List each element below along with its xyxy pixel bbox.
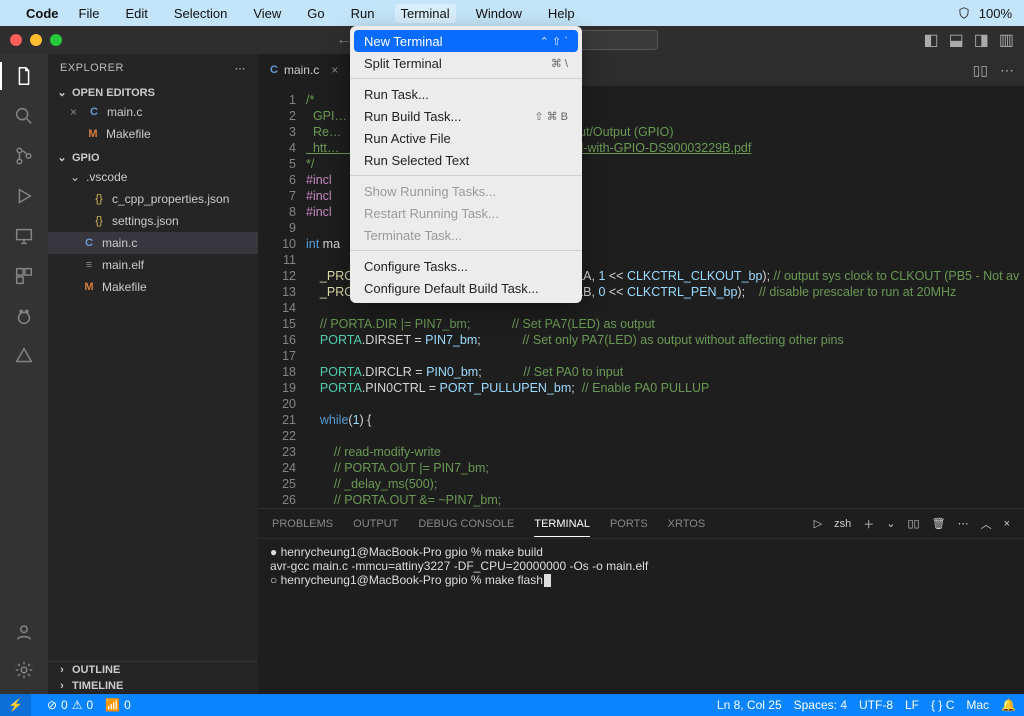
menu-item[interactable]: Configure Default Build Task... <box>350 277 582 299</box>
c-file-icon: C <box>270 64 278 76</box>
panel-tab-terminal[interactable]: TERMINAL <box>534 518 590 537</box>
open-editor-item[interactable]: MMakefile <box>48 123 258 145</box>
layout-sidebar-left-icon[interactable]: ◧ <box>924 30 939 50</box>
outline-header[interactable]: ›OUTLINE <box>48 661 258 678</box>
menubar-item-edit[interactable]: Edit <box>119 4 153 23</box>
cmake-icon[interactable] <box>12 344 36 368</box>
gear-icon[interactable] <box>12 658 36 682</box>
shield-icon[interactable] <box>957 6 971 20</box>
more-icon[interactable]: ⋯ <box>235 62 247 75</box>
problems-status[interactable]: ⊘ 0 ⚠ 0 <box>47 698 93 712</box>
menu-item: Restart Running Task... <box>350 202 582 224</box>
activity-bar <box>0 54 48 694</box>
sidebar-explorer: EXPLORER⋯ ⌄OPEN EDITORS ×Cmain.cMMakefil… <box>48 54 258 694</box>
timeline-header[interactable]: ›TIMELINE <box>48 678 258 694</box>
more-icon[interactable]: ⋯ <box>958 517 969 530</box>
split-terminal-icon[interactable]: ▯▯ <box>907 517 919 530</box>
line-gutter: 1234567891011121314151617181920212223242… <box>258 86 306 508</box>
encoding-status[interactable]: UTF-8 <box>859 698 893 712</box>
menu-item[interactable]: Run Task... <box>350 83 582 105</box>
tree-file[interactable]: ≡main.elf <box>48 254 258 276</box>
indent-status[interactable]: Spaces: 4 <box>794 698 847 712</box>
ports-status[interactable]: 📶 0 <box>105 698 131 712</box>
more-icon[interactable]: ⋯ <box>1000 62 1014 79</box>
menubar-item-help[interactable]: Help <box>542 4 581 23</box>
workspace-header[interactable]: ⌄GPIO <box>48 149 258 166</box>
menubar-item-view[interactable]: View <box>247 4 287 23</box>
run-debug-icon[interactable] <box>12 184 36 208</box>
close-window-icon[interactable] <box>10 34 22 46</box>
source-control-icon[interactable] <box>12 144 36 168</box>
menubar-item-window[interactable]: Window <box>470 4 528 23</box>
app-name[interactable]: Code <box>26 6 59 21</box>
chevron-up-icon[interactable]: ︿ <box>981 516 992 532</box>
editor-tab[interactable]: C main.c × <box>258 54 351 86</box>
eol-status[interactable]: LF <box>905 698 919 712</box>
remote-explorer-icon[interactable] <box>12 224 36 248</box>
tree-file[interactable]: {}c_cpp_properties.json <box>48 188 258 210</box>
menubar-item-run[interactable]: Run <box>345 4 381 23</box>
terminal-profile-icon[interactable]: ▷ <box>814 517 822 530</box>
close-icon[interactable]: × <box>331 63 338 77</box>
accounts-icon[interactable] <box>12 620 36 644</box>
menu-item[interactable]: Run Active File <box>350 127 582 149</box>
platformio-icon[interactable] <box>12 304 36 328</box>
new-terminal-icon[interactable]: ＋ <box>863 516 874 532</box>
panel-tabs: PROBLEMS OUTPUT DEBUG CONSOLE TERMINAL PORTS… <box>258 509 1024 539</box>
menubar-item-file[interactable]: File <box>73 4 106 23</box>
menubar-item-terminal[interactable]: Terminal <box>395 4 456 23</box>
tab-label: main.c <box>284 63 319 77</box>
chevron-down-icon[interactable]: ⌄ <box>886 517 895 530</box>
minimize-window-icon[interactable] <box>30 34 42 46</box>
panel-tab-xrtos[interactable]: XRTOS <box>668 518 706 530</box>
macos-menubar: Code File Edit Selection View Go Run Terminal W… <box>0 0 1024 26</box>
menu-item[interactable]: Run Build Task...⇧ ⌘ B <box>350 105 582 127</box>
menu-item[interactable]: Run Selected Text <box>350 149 582 171</box>
remote-indicator[interactable]: ⚡ <box>0 694 31 716</box>
extensions-icon[interactable] <box>12 264 36 288</box>
tree-file[interactable]: {}settings.json <box>48 210 258 232</box>
traffic-lights[interactable] <box>10 34 62 46</box>
terminal-menu[interactable]: New Terminal⌃ ⇧ `Split Terminal⌘ \ Run Ta… <box>350 26 582 303</box>
open-editor-item[interactable]: ×Cmain.c <box>48 101 258 123</box>
search-icon[interactable] <box>12 104 36 128</box>
menu-item[interactable]: Split Terminal⌘ \ <box>350 52 582 74</box>
sidebar-title: EXPLORER <box>60 62 124 74</box>
panel-tab-ports[interactable]: PORTS <box>610 518 648 530</box>
panel-tab-debug-console[interactable]: DEBUG CONSOLE <box>418 518 514 530</box>
terminal-body[interactable]: ● henrycheung1@MacBook-Pro gpio % make b… <box>258 539 1024 694</box>
close-panel-icon[interactable]: × <box>1004 518 1010 530</box>
explorer-icon[interactable] <box>12 64 36 88</box>
trash-icon[interactable]: 🗑 <box>932 517 946 530</box>
layout-sidebar-right-icon[interactable]: ◨ <box>974 30 989 50</box>
language-status[interactable]: { } C <box>931 698 954 712</box>
battery-text: 100% <box>979 6 1012 21</box>
menu-item: Show Running Tasks... <box>350 180 582 202</box>
layout-customize-icon[interactable]: ▥ <box>999 30 1014 50</box>
menu-item[interactable]: New Terminal⌃ ⇧ ` <box>354 30 578 52</box>
host-status[interactable]: Mac <box>966 698 989 712</box>
open-editors-header[interactable]: ⌄OPEN EDITORS <box>48 84 258 101</box>
panel-tab-output[interactable]: OUTPUT <box>353 518 398 530</box>
layout-panel-icon[interactable]: ⬓ <box>949 30 964 50</box>
cursor-position[interactable]: Ln 8, Col 25 <box>717 698 782 712</box>
tree-file[interactable]: Cmain.c <box>48 232 258 254</box>
zoom-window-icon[interactable] <box>50 34 62 46</box>
terminal-shell-label[interactable]: zsh <box>834 518 851 530</box>
status-bar: ⚡ ⊘ 0 ⚠ 0 📶 0 Ln 8, Col 25 Spaces: 4 UTF… <box>0 694 1024 716</box>
tree-file[interactable]: MMakefile <box>48 276 258 298</box>
panel: PROBLEMS OUTPUT DEBUG CONSOLE TERMINAL PORTS… <box>258 508 1024 694</box>
tree-folder[interactable]: ⌄.vscode <box>48 166 258 188</box>
menu-item: Terminate Task... <box>350 224 582 246</box>
panel-tab-problems[interactable]: PROBLEMS <box>272 518 333 530</box>
notifications-icon[interactable]: 🔔 <box>1001 698 1016 712</box>
split-editor-icon[interactable]: ▯▯ <box>973 62 988 79</box>
menubar-item-go[interactable]: Go <box>301 4 330 23</box>
menu-item[interactable]: Configure Tasks... <box>350 255 582 277</box>
menubar-item-selection[interactable]: Selection <box>168 4 233 23</box>
